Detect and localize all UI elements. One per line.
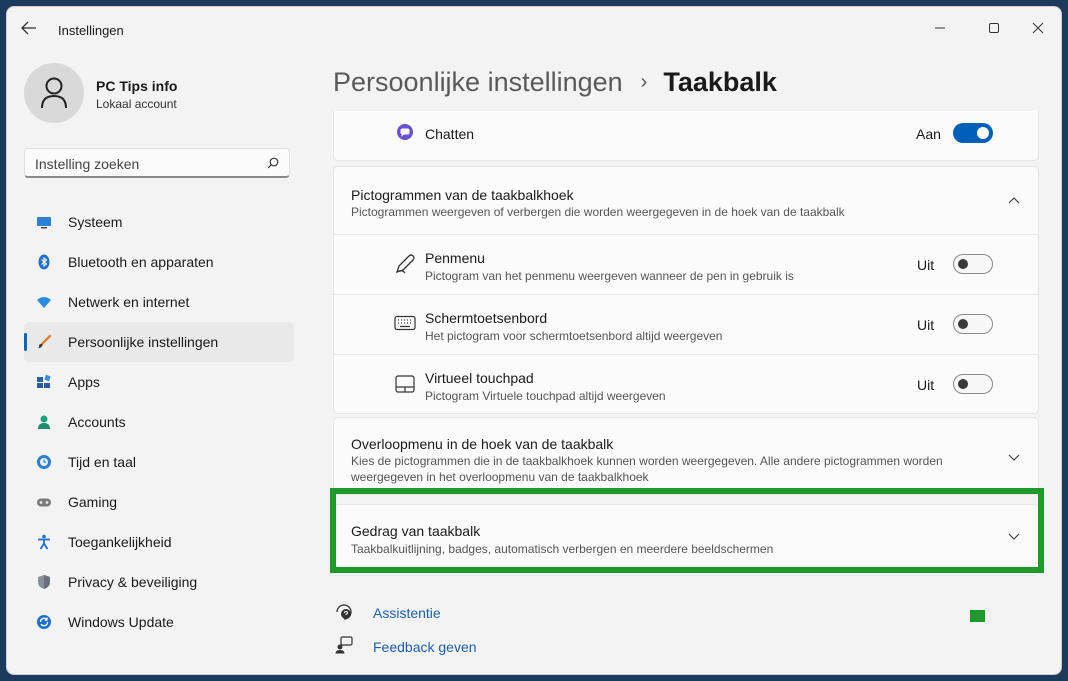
brush-icon xyxy=(38,334,52,349)
chevron-up-icon[interactable] xyxy=(1008,196,1020,204)
corner-icons-section: Pictogrammen van de taakbalkhoek Pictogr… xyxy=(333,166,1039,414)
sidebar-item-label: Gaming xyxy=(68,494,118,510)
pen-menu-toggle[interactable] xyxy=(953,254,993,274)
gamepad-icon xyxy=(37,498,51,507)
back-button[interactable] xyxy=(21,21,43,39)
sidebar-item-label: Windows Update xyxy=(68,614,174,630)
help-icon xyxy=(336,604,352,620)
pen-menu-title: Penmenu xyxy=(425,250,485,266)
taskbar-behavior-section[interactable]: Gedrag van taakbalk Taakbalkuitlijning, … xyxy=(333,504,1039,576)
sidebar-item-label: Persoonlijke instellingen xyxy=(68,334,219,350)
settings-window: Instellingen PC Tips info Lokaal account… xyxy=(6,6,1062,675)
sidebar-item-windows-update[interactable]: Windows Update xyxy=(24,602,294,642)
sidebar-nav: Systeem Bluetooth en apparaten Netwerk e… xyxy=(24,202,294,642)
sidebar-item-accounts[interactable]: Accounts xyxy=(24,402,294,442)
chat-icon xyxy=(397,124,413,140)
update-icon xyxy=(37,615,51,629)
sidebar-item-netwerk[interactable]: Netwerk en internet xyxy=(24,282,294,322)
breadcrumb-parent[interactable]: Persoonlijke instellingen xyxy=(333,67,623,97)
feedback-link[interactable]: Feedback geven xyxy=(373,639,477,655)
time-language-icon xyxy=(37,455,51,469)
sidebar-item-apps[interactable]: Apps xyxy=(24,362,294,402)
profile-account-type: Lokaal account xyxy=(96,97,177,111)
accounts-icon xyxy=(38,415,50,429)
sidebar-item-tijd-en-taal[interactable]: Tijd en taal xyxy=(24,442,294,482)
breadcrumb: Persoonlijke instellingen › Taakbalk xyxy=(333,67,777,98)
virtual-touchpad-state: Uit xyxy=(917,377,935,393)
sidebar-item-label: Tijd en taal xyxy=(68,454,136,470)
chat-label: Chatten xyxy=(425,126,475,142)
avatar[interactable] xyxy=(24,63,84,123)
search-input[interactable]: Instelling zoeken xyxy=(24,148,290,178)
chat-toggle[interactable] xyxy=(953,123,993,143)
virtual-touchpad-description: Pictogram Virtuele touchpad altijd weerg… xyxy=(425,389,666,403)
title-bar: Instellingen xyxy=(7,7,1061,53)
chat-row[interactable]: Chatten Aan xyxy=(333,111,1039,161)
pen-icon xyxy=(395,254,415,274)
overflow-menu-section[interactable]: Overloopmenu in de hoek van de taakbalk … xyxy=(333,417,1039,495)
maximize-icon xyxy=(989,23,999,33)
taskbar-behavior-title: Gedrag van taakbalk xyxy=(351,523,481,539)
apps-icon xyxy=(37,374,51,388)
sidebar-item-label: Accounts xyxy=(68,414,126,430)
corner-icons-description: Pictogrammen weergeven of verbergen die … xyxy=(351,205,845,219)
sidebar-item-privacy[interactable]: Privacy & beveiliging xyxy=(24,562,294,602)
close-icon xyxy=(1032,22,1044,34)
keyboard-icon xyxy=(394,315,416,331)
sidebar-item-gaming[interactable]: Gaming xyxy=(24,482,294,522)
pen-menu-description: Pictogram van het penmenu weergeven wann… xyxy=(425,269,794,283)
sidebar-item-label: Bluetooth en apparaten xyxy=(68,254,214,270)
touch-keyboard-title: Schermtoetsenbord xyxy=(425,310,548,326)
touch-keyboard-state: Uit xyxy=(917,317,935,333)
user-icon xyxy=(41,77,67,109)
feedback-icon xyxy=(335,636,353,654)
sidebar-item-label: Toegankelijkheid xyxy=(68,534,172,550)
touch-keyboard-description: Het pictogram voor schermtoetsenbord alt… xyxy=(425,329,723,343)
sidebar-item-systeem[interactable]: Systeem xyxy=(24,202,294,242)
corner-icons-header[interactable]: Pictogrammen van de taakbalkhoek Pictogr… xyxy=(334,167,1038,234)
pen-menu-state: Uit xyxy=(917,257,935,273)
app-title: Instellingen xyxy=(58,23,124,38)
bluetooth-icon xyxy=(38,254,50,270)
maximize-button[interactable] xyxy=(971,13,1017,43)
touch-keyboard-toggle[interactable] xyxy=(953,314,993,334)
active-indicator xyxy=(24,333,27,351)
system-icon xyxy=(37,217,51,229)
sidebar-item-bluetooth[interactable]: Bluetooth en apparaten xyxy=(24,242,294,282)
virtual-touchpad-title: Virtueel touchpad xyxy=(425,370,534,386)
touch-keyboard-row[interactable]: Schermtoetsenbord Het pictogram voor sch… xyxy=(334,294,1038,354)
minimize-icon xyxy=(935,27,945,29)
sidebar-item-label: Netwerk en internet xyxy=(68,294,190,310)
sidebar-item-label: Apps xyxy=(68,374,100,390)
corner-icons-title: Pictogrammen van de taakbalkhoek xyxy=(351,187,574,203)
shield-icon xyxy=(38,575,50,589)
minimize-button[interactable] xyxy=(917,13,963,43)
close-button[interactable] xyxy=(1015,13,1061,43)
sidebar-item-label: Privacy & beveiliging xyxy=(68,574,198,590)
chevron-down-icon[interactable] xyxy=(1008,454,1020,462)
back-arrow-icon xyxy=(21,21,36,35)
sidebar-item-persoonlijke-instellingen[interactable]: Persoonlijke instellingen xyxy=(24,322,294,362)
overflow-menu-description: Kies de pictogrammen die in de taakbalkh… xyxy=(351,454,943,484)
accessibility-icon xyxy=(38,534,50,550)
settings-content: Chatten Aan Pictogrammen van de taakbalk… xyxy=(333,111,1039,674)
help-link[interactable]: Assistentie xyxy=(373,605,441,621)
sidebar-item-toegankelijkheid[interactable]: Toegankelijkheid xyxy=(24,522,294,562)
virtual-touchpad-row[interactable]: Virtueel touchpad Pictogram Virtuele tou… xyxy=(334,354,1038,414)
sidebar-item-label: Systeem xyxy=(68,214,123,230)
chevron-down-icon[interactable] xyxy=(1008,533,1020,541)
page-title: Taakbalk xyxy=(663,67,777,97)
search-placeholder: Instelling zoeken xyxy=(35,156,140,172)
chat-state: Aan xyxy=(916,126,941,142)
search-icon[interactable] xyxy=(267,157,279,169)
overflow-menu-title: Overloopmenu in de hoek van de taakbalk xyxy=(351,436,614,452)
taskbar-behavior-description: Taakbalkuitlijning, badges, automatisch … xyxy=(351,542,774,556)
virtual-touchpad-toggle[interactable] xyxy=(953,374,993,394)
touchpad-icon xyxy=(395,375,415,393)
pen-menu-row[interactable]: Penmenu Pictogram van het penmenu weerge… xyxy=(334,234,1038,294)
wifi-icon xyxy=(37,297,51,308)
profile-name: PC Tips info xyxy=(96,78,178,94)
breadcrumb-separator: › xyxy=(640,71,648,93)
annotation-marker xyxy=(970,610,985,622)
